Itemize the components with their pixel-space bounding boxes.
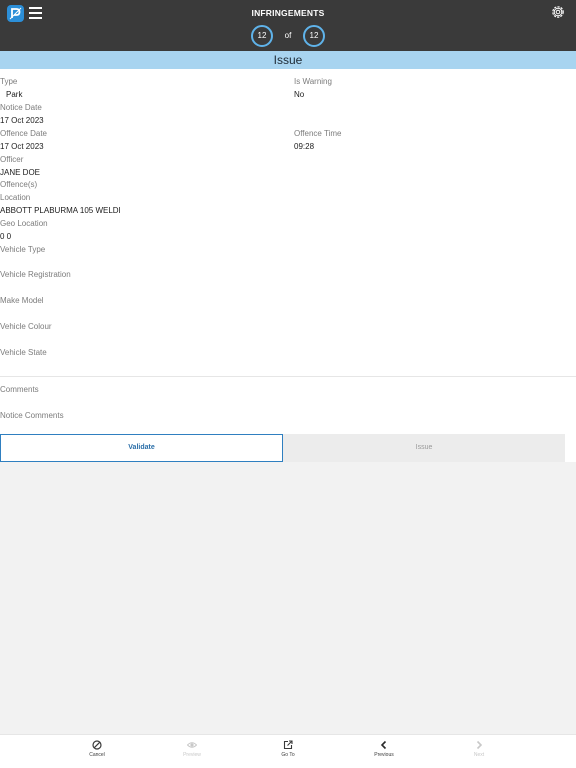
bottom-toolbar: Cancel Preview Go To Previous Next — [0, 734, 576, 768]
external-link-icon — [283, 740, 293, 750]
offence-time-label: Offence Time — [294, 129, 342, 138]
gear-icon[interactable] — [550, 4, 566, 20]
previous-label: Previous — [374, 752, 394, 758]
total-record-count: 12 — [303, 25, 325, 47]
chevron-right-icon — [476, 740, 483, 750]
goto-label: Go To — [281, 752, 295, 758]
offence-date-value[interactable]: 17 Oct 2023 — [0, 142, 44, 151]
vehicle-state-label[interactable]: Vehicle State — [0, 348, 47, 357]
cancel-circle-icon — [92, 740, 102, 750]
previous-button[interactable]: Previous — [354, 740, 414, 758]
geo-location-label: Geo Location — [0, 219, 48, 228]
officer-value[interactable]: JANE DOE — [0, 168, 40, 177]
comments-label[interactable]: Comments — [0, 385, 39, 394]
current-record-number[interactable]: 12 — [251, 25, 273, 47]
cancel-button[interactable]: Cancel — [67, 740, 127, 758]
notice-date-label: Notice Date — [0, 103, 42, 112]
offence-time-value[interactable]: 09:28 — [294, 142, 314, 151]
page-title: INFRINGEMENTS — [251, 8, 325, 18]
location-label: Location — [0, 193, 31, 202]
section-divider — [0, 376, 576, 377]
notice-comments-label[interactable]: Notice Comments — [0, 411, 64, 420]
section-title: Issue — [0, 51, 576, 69]
geo-location-value[interactable]: 0 0 — [0, 232, 11, 241]
offences-label[interactable]: Offence(s) — [0, 180, 37, 189]
top-bar: INFRINGEMENTS 12 of 12 — [0, 0, 576, 51]
notice-date-value[interactable]: 17 Oct 2023 — [0, 116, 44, 125]
preview-button[interactable]: Preview — [162, 740, 222, 758]
type-label: Type — [0, 77, 18, 86]
next-button[interactable]: Next — [449, 740, 509, 758]
vehicle-registration-label[interactable]: Vehicle Registration — [0, 270, 71, 279]
make-model-label[interactable]: Make Model — [0, 296, 44, 305]
issue-button[interactable]: Issue — [283, 434, 565, 462]
next-label: Next — [473, 752, 485, 758]
eye-icon — [187, 742, 197, 748]
vehicle-type-label[interactable]: Vehicle Type — [0, 245, 45, 254]
empty-content-area — [0, 462, 576, 734]
pager-of-label: of — [284, 31, 292, 40]
preview-label: Preview — [183, 752, 201, 758]
chevron-left-icon — [380, 740, 387, 750]
type-value[interactable]: Park — [6, 90, 22, 99]
goto-button[interactable]: Go To — [258, 740, 318, 758]
validate-button[interactable]: Validate — [0, 434, 283, 462]
location-value[interactable]: ABBOTT PLABURMA 105 WELDI — [0, 206, 121, 215]
record-pager: 12 of 12 — [0, 25, 576, 48]
is-warning-label: Is Warning — [294, 77, 332, 86]
is-warning-value[interactable]: No — [294, 90, 304, 99]
cancel-label: Cancel — [89, 752, 105, 758]
officer-label: Officer — [0, 155, 24, 164]
offence-date-label: Offence Date — [0, 129, 47, 138]
vehicle-colour-label[interactable]: Vehicle Colour — [0, 322, 52, 331]
